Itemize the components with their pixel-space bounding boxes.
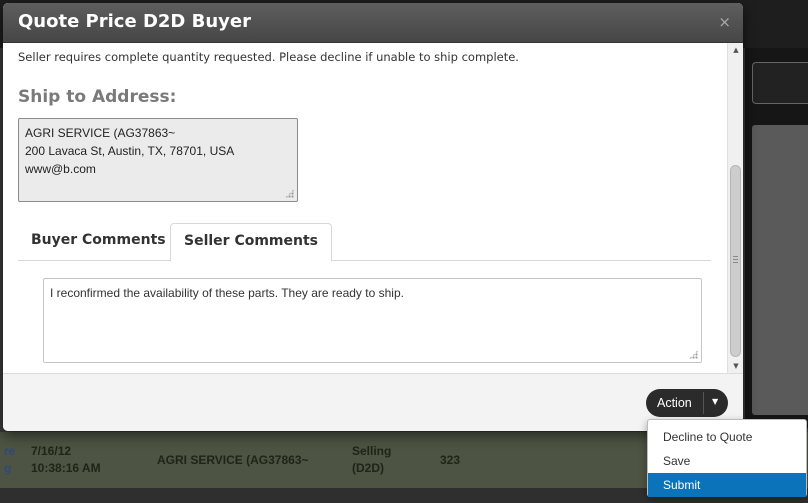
tab-buyer-comments[interactable]: Buyer Comments	[18, 223, 179, 261]
resize-grip-icon[interactable]	[689, 350, 698, 359]
action-button[interactable]: Action ▼	[646, 389, 728, 417]
modal-scrollbar[interactable]: ▲ ▼	[727, 43, 743, 373]
comment-tabs: Buyer Comments Seller Comments	[18, 223, 711, 262]
seller-comment-text: I reconfirmed the availability of these …	[50, 286, 404, 300]
background-panel-inner	[752, 125, 808, 415]
row-qty: 323	[440, 453, 461, 467]
row-customer: AGRI SERVICE (AG37863~	[157, 453, 309, 467]
ship-to-address-field[interactable]: AGRI SERVICE (AG37863~ 200 Lavaca St, Au…	[18, 118, 298, 202]
address-line: AGRI SERVICE (AG37863~	[25, 126, 176, 140]
modal-title: Quote Price D2D Buyer	[18, 11, 251, 32]
background-side-button	[752, 62, 808, 104]
close-icon[interactable]: ×	[718, 13, 731, 31]
scroll-thumb[interactable]	[730, 165, 741, 357]
address-line: 200 Lavaca St, Austin, TX, 78701, USA	[25, 144, 235, 158]
row-date: 7/16/12 10:38:16 AM	[31, 444, 101, 475]
action-menu: Decline to Quote Save Submit	[647, 419, 807, 497]
scroll-up-arrow-icon[interactable]: ▲	[728, 43, 743, 57]
quote-price-modal: Quote Price D2D Buyer × Seller requires …	[3, 3, 743, 431]
action-divider	[703, 392, 704, 414]
menu-item-decline-to-quote[interactable]: Decline to Quote	[648, 425, 806, 449]
thumb-grip-icon	[733, 256, 738, 263]
address-line: www@b.com	[25, 162, 96, 176]
row-edge-text: re g	[4, 444, 16, 475]
modal-body: Seller requires complete quantity reques…	[3, 43, 743, 373]
ship-to-heading: Ship to Address:	[18, 87, 177, 107]
menu-item-submit[interactable]: Submit	[648, 473, 806, 497]
caret-down-icon[interactable]: ▼	[712, 397, 718, 406]
menu-item-save[interactable]: Save	[648, 449, 806, 473]
row-type: Selling (D2D)	[352, 444, 392, 475]
action-button-label: Action	[657, 396, 692, 410]
ship-complete-note: Seller requires complete quantity reques…	[18, 50, 519, 64]
seller-comment-textarea[interactable]: I reconfirmed the availability of these …	[43, 278, 702, 363]
scroll-down-arrow-icon[interactable]: ▼	[728, 359, 743, 373]
modal-header: Quote Price D2D Buyer ×	[3, 3, 743, 43]
tab-seller-comments[interactable]: Seller Comments	[170, 223, 333, 262]
resize-grip-icon[interactable]	[285, 189, 294, 198]
modal-footer	[3, 373, 743, 431]
